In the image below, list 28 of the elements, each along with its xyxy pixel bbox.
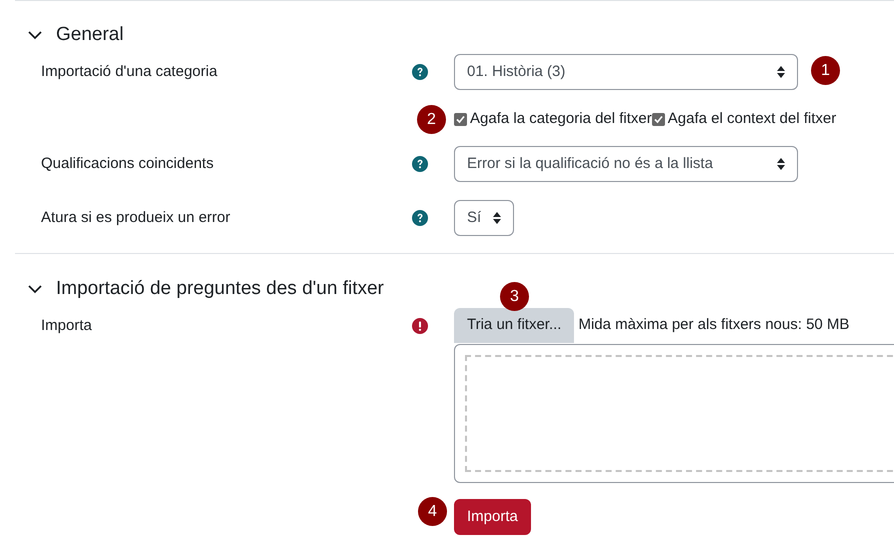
checkbox-label: Agafa el context del fitxer — [668, 108, 836, 129]
step-marker: 2 — [417, 105, 446, 134]
help-icon[interactable] — [412, 64, 428, 80]
sort-caret-icon — [777, 158, 785, 170]
checkbox[interactable] — [652, 112, 665, 126]
chevron-icon[interactable] — [28, 284, 42, 294]
field-label: Atura si es produeix un error — [41, 209, 230, 226]
step-marker: 3 — [500, 282, 529, 311]
select-field[interactable]: 01. Història (3) — [454, 54, 798, 90]
chevron-icon[interactable] — [28, 30, 42, 40]
field-label: Importació d'una categoria — [41, 63, 218, 80]
checkbox[interactable] — [454, 112, 467, 126]
section-title[interactable]: General — [56, 20, 124, 50]
sort-caret-icon — [777, 66, 785, 78]
max-size-note: Mida màxima per als fitxers nous: 50 MB — [578, 315, 850, 336]
import-button[interactable]: Importa — [454, 499, 531, 535]
select-field[interactable]: Sí — [454, 200, 514, 236]
select-field[interactable]: Error si la qualificació no és a la llista — [454, 146, 798, 182]
help-icon[interactable] — [412, 156, 428, 172]
choose-file-button[interactable]: Tria un fitxer... — [454, 308, 574, 343]
field-label: Importa — [41, 316, 92, 334]
field-label: Qualificacions coincidents — [41, 155, 214, 172]
section-title[interactable]: Importació de preguntes des d'un fitxer — [56, 274, 384, 304]
step-marker: 1 — [811, 56, 840, 85]
checkbox-label: Agafa la categoria del fitxer — [470, 108, 652, 129]
help-icon[interactable] — [412, 210, 428, 226]
step-marker: 4 — [418, 497, 447, 526]
sort-caret-icon — [493, 212, 502, 224]
